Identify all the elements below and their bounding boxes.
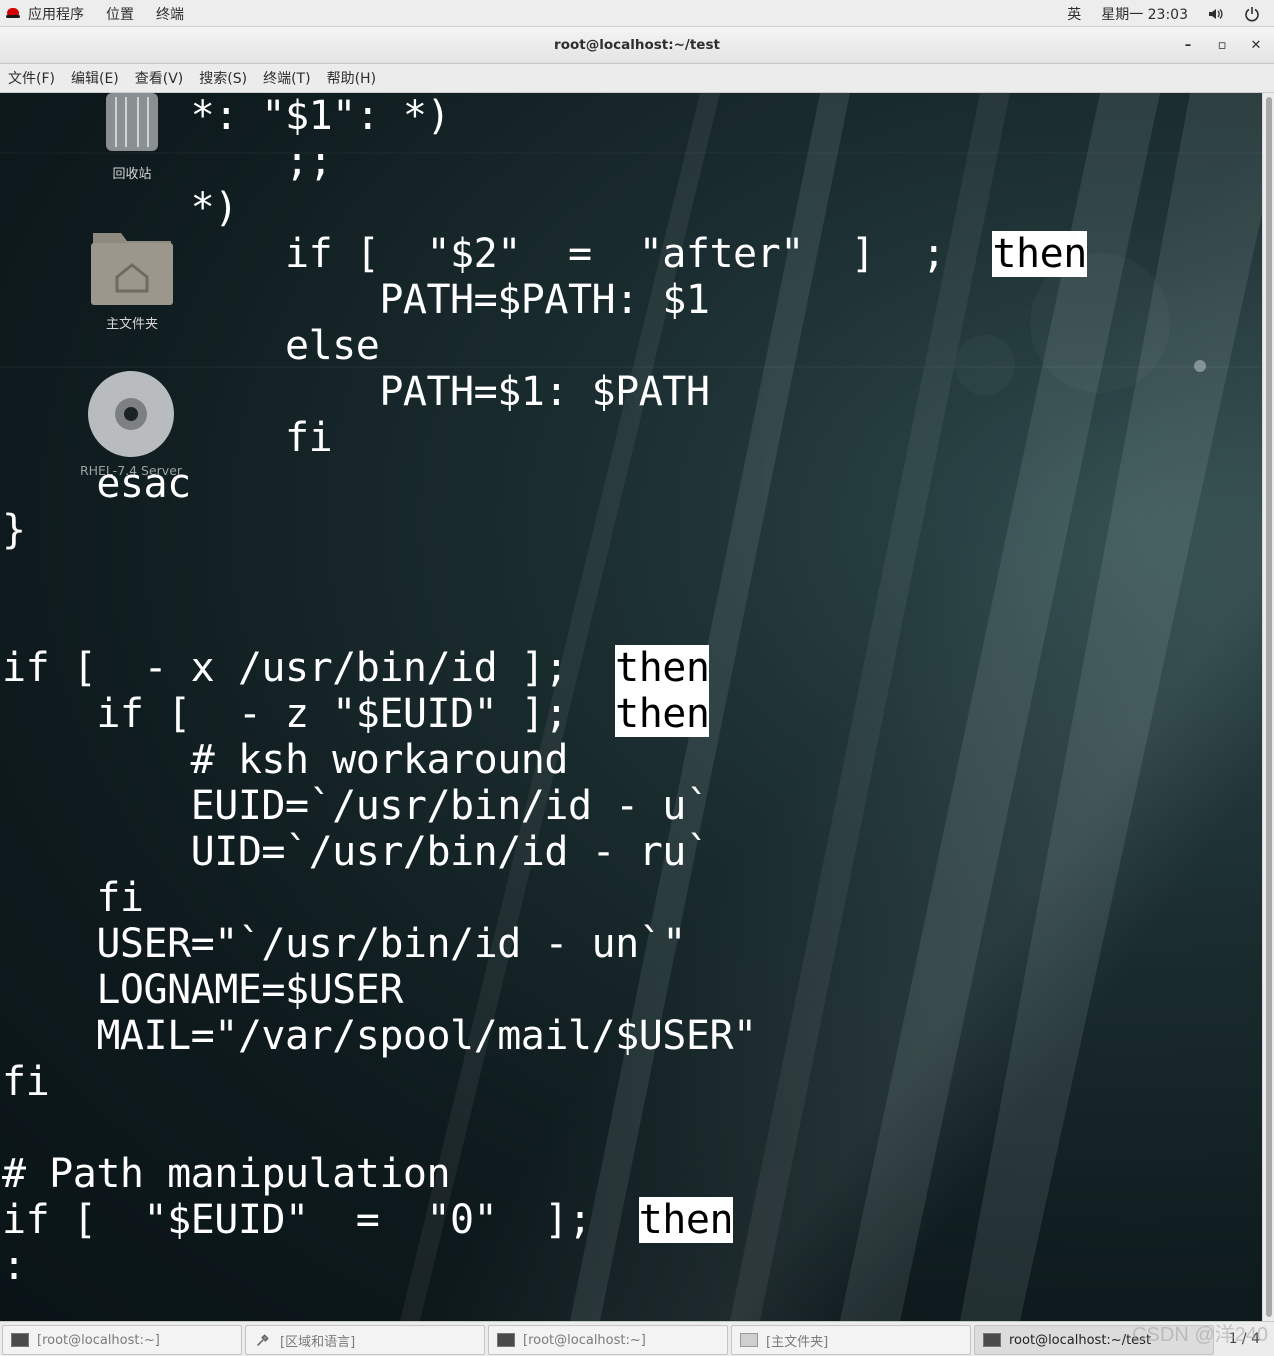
terminal-scrollbar[interactable] [1262,93,1274,1321]
search-highlight: then [992,231,1087,277]
close-button[interactable]: ✕ [1247,36,1265,54]
terminal-line: # ksh workaround [2,737,1087,783]
scrollbar-thumb[interactable] [1266,97,1272,1317]
terminal-line-text: MAIL="/var/spool/mail/$USER" [2,1013,757,1059]
volume-icon[interactable] [1208,6,1224,22]
terminal-line: USER="`/usr/bin/id - un`" [2,921,1087,967]
search-highlight: then [615,691,710,737]
redhat-logo-icon [6,8,20,19]
menu-file[interactable]: 文件(F) [8,68,55,88]
task-terminal-2[interactable]: [root@localhost:~] [488,1325,728,1355]
terminal-line: *) [2,185,1087,231]
menu-help[interactable]: 帮助(H) [327,68,376,88]
terminal-line: if [ "$2" = "after" ] ; then [2,231,1087,277]
terminal-line: } [2,507,1087,553]
watermark: CSDN @洋240 [1132,1324,1268,1346]
maximize-button[interactable]: ▫ [1213,36,1231,54]
terminal-line: # Path manipulation [2,1151,1087,1197]
terminal-line-text: ;; [2,139,333,185]
terminal-line-text: fi [2,875,144,921]
terminal-line-text: if [ "$EUID" = "0" ]; [2,1197,639,1243]
terminal-content[interactable]: *: "$1": *) ;; *) if [ "$2" = "after" ] … [2,93,1087,1289]
terminal-line: if [ - x /usr/bin/id ]; then [2,645,1087,691]
terminal-icon [11,1333,29,1347]
search-highlight: then [615,645,710,691]
terminal-line: UID=`/usr/bin/id - ru` [2,829,1087,875]
terminal-line: : [2,1243,1087,1289]
tools-icon [257,1334,269,1346]
terminal-line-text: PATH=$1: $PATH [2,369,710,415]
task-label: [root@localhost:~] [523,1332,646,1348]
task-home-folder[interactable]: [主文件夹] [731,1325,971,1355]
terminal-line: fi [2,875,1087,921]
terminal-line: MAIL="/var/spool/mail/$USER" [2,1013,1087,1059]
terminal-line: fi [2,1059,1087,1105]
terminal-line: if [ "$EUID" = "0" ]; then [2,1197,1087,1243]
terminal-icon [983,1333,1001,1347]
menu-edit[interactable]: 编辑(E) [71,68,119,88]
terminal-line-text: EUID=`/usr/bin/id - u` [2,783,710,829]
task-label: [区域和语言] [280,1334,356,1350]
terminal-line: fi [2,415,1087,461]
menu-view[interactable]: 查看(V) [135,68,184,88]
window-title: root@localhost:~/test [554,37,720,53]
terminal-line-text: esac [2,461,191,507]
terminal-line-text: LOGNAME=$USER [2,967,403,1013]
terminal-line: LOGNAME=$USER [2,967,1087,1013]
clock[interactable]: 星期一 23:03 [1101,4,1188,24]
applications-menu[interactable]: 应用程序 [28,4,84,24]
top-panel: 应用程序 位置 终端 英 星期一 23:03 [0,0,1274,27]
window-titlebar[interactable]: root@localhost:~/test – ▫ ✕ [0,27,1274,64]
places-menu[interactable]: 位置 [106,4,134,24]
folder-icon [740,1333,758,1347]
terminal-line-text: # ksh workaround [2,737,569,783]
terminal-line: PATH=$PATH: $1 [2,277,1087,323]
terminal-line: EUID=`/usr/bin/id - u` [2,783,1087,829]
minimize-button[interactable]: – [1179,36,1197,54]
terminal-line-text: else [2,323,380,369]
power-icon[interactable] [1244,6,1260,22]
terminal-line-text: USER="`/usr/bin/id - un`" [2,921,686,967]
input-method-indicator[interactable]: 英 [1067,4,1081,24]
task-label: root@localhost:~/test [1009,1332,1152,1348]
terminal-line-text: fi [2,415,333,461]
terminal-line-text: *: "$1": *) [2,93,451,139]
task-label: [主文件夹] [766,1334,829,1350]
terminal-line: if [ - z "$EUID" ]; then [2,691,1087,737]
terminal-line-text: fi [2,1059,50,1105]
terminal-line-text: } [2,507,26,553]
search-highlight: then [638,1197,734,1243]
menu-terminal[interactable]: 终端(T) [263,68,310,88]
menu-search[interactable]: 搜索(S) [199,68,247,88]
top-panel-left: 应用程序 位置 终端 [6,0,206,27]
terminal-icon [497,1333,515,1347]
terminal-line-text: : [2,1243,26,1289]
terminal-line: esac [2,461,1087,507]
terminal-line-text: # Path manipulation [2,1151,451,1197]
terminal-line-text: PATH=$PATH: $1 [2,277,710,323]
terminal-line-text: if [ - z "$EUID" ]; [2,691,616,737]
task-label: [root@localhost:~] [37,1332,160,1348]
task-terminal-1[interactable]: [root@localhost:~] [2,1325,242,1355]
terminal-view[interactable]: 回收站 主文件夹 RHEL-7.4 Server *: "$1": *) ;; … [0,93,1262,1321]
terminal-line-text: if [ - x /usr/bin/id ]; [2,645,616,691]
terminal-line-text: *) [2,185,239,231]
terminal-line: *: "$1": *) [2,93,1087,139]
terminal-line-text: if [ "$2" = "after" ] ; [2,231,993,277]
top-panel-right: 英 星期一 23:03 [1047,0,1260,27]
menubar: 文件(F) 编辑(E) 查看(V) 搜索(S) 终端(T) 帮助(H) [0,64,1274,93]
bottom-taskbar: [root@localhost:~] [区域和语言] [root@localho… [0,1321,1274,1356]
terminal-line-text: UID=`/usr/bin/id - ru` [2,829,710,875]
terminal-line: else [2,323,1087,369]
task-region-language[interactable]: [区域和语言] [245,1325,485,1355]
terminal-line: ;; [2,139,1087,185]
terminal-app-menu[interactable]: 终端 [156,4,184,24]
terminal-line: PATH=$1: $PATH [2,369,1087,415]
